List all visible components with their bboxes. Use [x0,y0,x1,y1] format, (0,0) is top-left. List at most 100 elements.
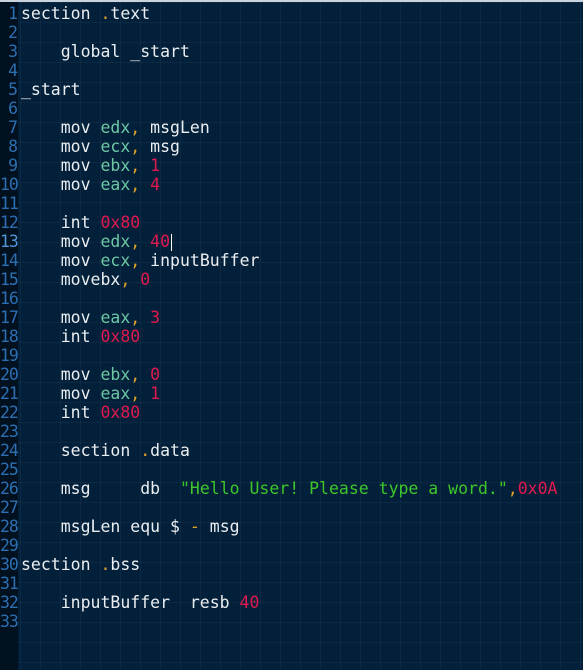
line-number: 6 [8,99,18,118]
code-text[interactable]: _start [21,80,81,99]
code-token: mov [21,137,101,156]
code-text[interactable]: int 0x80 [21,213,141,232]
code-line[interactable]: 32 inputBuffer resb 40 [0,593,583,612]
register-token: eax [100,175,131,194]
code-line[interactable]: 15 movebx, 0 [0,270,583,289]
code-text[interactable]: global _start [21,42,190,61]
code-token: bss [110,555,141,574]
code-token: msg db [21,479,180,498]
punctuation-token: . [140,441,151,460]
code-line[interactable]: 23 [0,422,583,441]
code-text[interactable]: mov ecx, msg [21,137,180,156]
code-line[interactable]: 9 mov ebx, 1 [0,156,583,175]
code-line[interactable]: 14 mov ecx, inputBuffer [0,251,583,270]
code-line[interactable]: 29 [0,536,583,555]
code-line[interactable]: 24 section .data [0,441,583,460]
code-line[interactable]: 27 [0,498,583,517]
code-text[interactable]: inputBuffer resb 40 [21,593,260,612]
code-line[interactable]: 25 [0,460,583,479]
code-line[interactable]: 1 section .text [0,4,583,23]
code-line[interactable]: 22 int 0x80 [0,403,583,422]
code-lines[interactable]: 1 section .text 2 3 global _start 4 5 _start 6 7… [0,4,583,631]
code-text[interactable]: mov eax, 3 [21,308,160,327]
code-text[interactable]: msgLen equ $ - msg [21,517,240,536]
code-line[interactable]: 20 mov ebx, 0 [0,365,583,384]
code-text[interactable]: section .bss [21,555,140,574]
code-line[interactable]: 4 [0,61,583,80]
line-number: 18 [0,327,19,346]
code-line[interactable]: 10 mov eax, 4 [0,175,583,194]
code-line[interactable]: 16 [0,289,583,308]
code-text[interactable]: mov eax, 1 [21,384,160,403]
code-line[interactable]: 3 global _start [0,42,583,61]
line-number: 28 [0,517,19,536]
code-token: mov [21,156,101,175]
register-token: ebx [100,156,131,175]
register-token: ebx [100,365,131,384]
code-text[interactable]: int 0x80 [21,403,141,422]
string-token: "Hello User! Please type a word." [179,479,508,498]
register-token: eax [100,384,131,403]
code-text[interactable]: mov edx, 40 [21,232,173,251]
code-line[interactable]: 6 [0,99,583,118]
line-number: 23 [0,422,19,441]
code-text[interactable]: msg db "Hello User! Please type a word."… [21,479,558,498]
code-token: mov [21,251,101,270]
code-text[interactable]: movebx, 0 [21,270,150,289]
line-number: 4 [8,61,18,80]
number-token: 40 [150,232,171,251]
code-text[interactable]: mov eax, 4 [21,175,160,194]
code-line[interactable]: 19 [0,346,583,365]
code-text[interactable]: mov ebx, 0 [21,365,160,384]
line-number: 8 [8,137,18,156]
line-number: 29 [0,536,19,555]
line-number: 16 [0,289,19,308]
line-number: 2 [8,23,18,42]
code-token: mov [21,365,101,384]
code-token: section [21,4,101,23]
code-text[interactable]: section .text [21,4,150,23]
code-line[interactable]: 13 mov edx, 40 [0,232,583,251]
code-text[interactable]: mov ebx, 1 [21,156,160,175]
code-text[interactable]: int 0x80 [21,327,141,346]
code-line[interactable]: 26 msg db "Hello User! Please type a wor… [0,479,583,498]
code-line[interactable]: 33 [0,612,583,631]
code-editor[interactable]: 1 section .text 2 3 global _start 4 5 _start 6 7… [0,0,583,670]
code-text[interactable]: section .data [21,441,190,460]
code-line[interactable]: 28 msgLen equ $ - msg [0,517,583,536]
code-token: mov [21,118,101,137]
code-line[interactable]: 11 [0,194,583,213]
code-line[interactable]: 8 mov ecx, msg [0,137,583,156]
code-line[interactable]: 21 mov eax, 1 [0,384,583,403]
line-number: 12 [0,213,19,232]
code-line[interactable]: 31 [0,574,583,593]
code-line[interactable]: 18 int 0x80 [0,327,583,346]
code-line[interactable]: 2 [0,23,583,42]
code-line[interactable]: 12 int 0x80 [0,213,583,232]
code-token: mov [21,175,101,194]
number-token: 1 [150,156,161,175]
line-number: 31 [0,574,19,593]
line-number: 26 [0,479,19,498]
code-line[interactable]: 30 section .bss [0,555,583,574]
punctuation-token: , [130,365,141,384]
code-text[interactable]: mov edx, msgLen [21,118,210,137]
code-token: msg [199,517,240,536]
punctuation-token: , [120,270,131,289]
line-number: 7 [8,118,18,137]
number-token: 0 [150,365,161,384]
code-line[interactable]: 5 _start [0,80,583,99]
code-line[interactable]: 7 mov edx, msgLen [0,118,583,137]
number-token: 1 [150,384,161,403]
line-number: 13 [0,232,19,251]
code-text[interactable]: mov ecx, inputBuffer [21,251,260,270]
code-token: movebx [21,270,121,289]
number-token: 0 [140,270,151,289]
number-token: 0x80 [100,403,141,422]
code-line[interactable]: 17 mov eax, 3 [0,308,583,327]
